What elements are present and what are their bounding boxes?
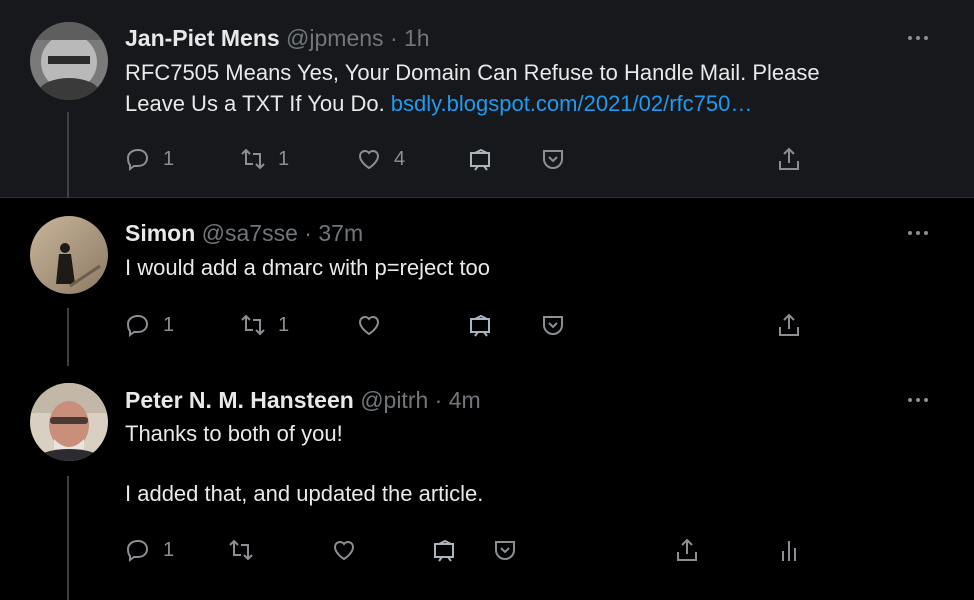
bookmark-icon — [495, 541, 515, 560]
retweet-count: 1 — [278, 313, 290, 336]
share-to-icon — [434, 539, 454, 562]
reply-count: 1 — [163, 313, 175, 336]
handle[interactable]: @jpmens — [286, 25, 384, 51]
retweet-button[interactable]: 1 — [240, 308, 289, 342]
action-bar: 1 1 4 — [0, 142, 974, 176]
like-icon — [358, 150, 380, 170]
like-button[interactable]: 4 — [356, 142, 405, 176]
reply-icon — [126, 148, 149, 171]
share-to-button[interactable] — [432, 533, 458, 567]
share-icon — [779, 313, 799, 336]
tweet-text: Thanks to both of you! I added that, and… — [125, 418, 483, 509]
avatar[interactable] — [30, 216, 108, 294]
tweet-text-line: Thanks to both of you! — [125, 421, 343, 446]
more-icon[interactable] — [908, 226, 938, 240]
tweet-header: Peter N. M. Hansteen @pitrh · 4m — [125, 386, 481, 414]
tweet-text-prefix: Leave Us a TXT If You Do. — [125, 91, 391, 116]
article-link[interactable]: bsdly.blogspot.com/2021/02/rfc750… — [391, 91, 753, 116]
tweet-text: I would add a dmarc with p=reject too — [125, 252, 490, 283]
retweet-icon — [241, 148, 265, 170]
retweet-icon — [229, 539, 253, 561]
reply-button[interactable]: 1 — [125, 308, 174, 342]
tweet-text-line: RFC7505 Means Yes, Your Domain Can Refus… — [125, 60, 820, 85]
handle[interactable]: @sa7sse — [202, 220, 298, 246]
bookmark-icon — [543, 316, 563, 335]
analytics-icon — [782, 541, 796, 561]
share-button[interactable] — [776, 308, 802, 342]
bookmark-button[interactable] — [540, 308, 566, 342]
avatar[interactable] — [30, 22, 108, 100]
separator: · — [304, 220, 312, 246]
timestamp[interactable]: 4m — [449, 387, 481, 413]
share-button[interactable] — [674, 533, 700, 567]
retweet-count: 1 — [278, 147, 290, 170]
display-name[interactable]: Peter N. M. Hansteen — [125, 387, 354, 413]
tweet-text-line: Leave Us a TXT If You Do. bsdly.blogspot… — [125, 88, 820, 119]
bookmark-button[interactable] — [540, 142, 566, 176]
tweet-header: Simon @sa7sse · 37m — [125, 219, 363, 247]
action-bar: 1 — [0, 533, 974, 567]
tweet-text: RFC7505 Means Yes, Your Domain Can Refus… — [125, 57, 820, 119]
reply-count: 1 — [163, 538, 175, 561]
like-button[interactable] — [331, 533, 357, 567]
reply-icon — [126, 314, 149, 337]
more-icon[interactable] — [908, 393, 938, 407]
share-to-icon — [470, 314, 490, 337]
bookmark-button[interactable] — [492, 533, 518, 567]
more-icon[interactable] — [908, 31, 938, 45]
retweet-icon — [241, 314, 265, 336]
separator: · — [434, 387, 443, 413]
bookmark-icon — [543, 150, 563, 169]
like-count: 4 — [394, 147, 406, 170]
share-to-icon — [470, 148, 490, 171]
handle[interactable]: @pitrh — [360, 387, 428, 413]
avatar[interactable] — [30, 383, 108, 461]
reply-button[interactable]: 1 — [125, 533, 174, 567]
reply-button[interactable]: 1 — [125, 142, 174, 176]
like-button[interactable] — [356, 308, 382, 342]
tweet-text-line: I added that, and updated the article. — [125, 481, 484, 506]
reply-count: 1 — [163, 147, 175, 170]
separator: · — [389, 25, 398, 51]
action-bar: 1 1 — [0, 308, 974, 342]
tweet-jpmens[interactable]: Jan-Piet Mens @jpmens · 1h RFC7505 Means… — [0, 0, 974, 198]
share-icon — [779, 147, 799, 170]
share-to-button[interactable] — [468, 142, 494, 176]
timestamp[interactable]: 1h — [404, 25, 430, 51]
tweet-header: Jan-Piet Mens @jpmens · 1h — [125, 24, 430, 52]
timestamp[interactable]: 37m — [318, 220, 363, 246]
display-name[interactable]: Simon — [125, 220, 195, 246]
share-icon — [677, 538, 697, 561]
like-icon — [358, 316, 380, 336]
tweet-pitrh[interactable]: Peter N. M. Hansteen @pitrh · 4m Thanks … — [0, 366, 974, 600]
analytics-button[interactable] — [776, 533, 802, 567]
display-name[interactable]: Jan-Piet Mens — [125, 25, 280, 51]
tweet-sa7sse[interactable]: Simon @sa7sse · 37m I would add a dmarc … — [0, 198, 974, 366]
share-to-button[interactable] — [468, 308, 494, 342]
share-button[interactable] — [776, 142, 802, 176]
retweet-button[interactable]: 1 — [240, 142, 289, 176]
tweet-text-line: I would add a dmarc with p=reject too — [125, 255, 491, 280]
reply-icon — [126, 539, 149, 562]
retweet-button[interactable] — [228, 533, 254, 567]
like-icon — [333, 541, 355, 561]
